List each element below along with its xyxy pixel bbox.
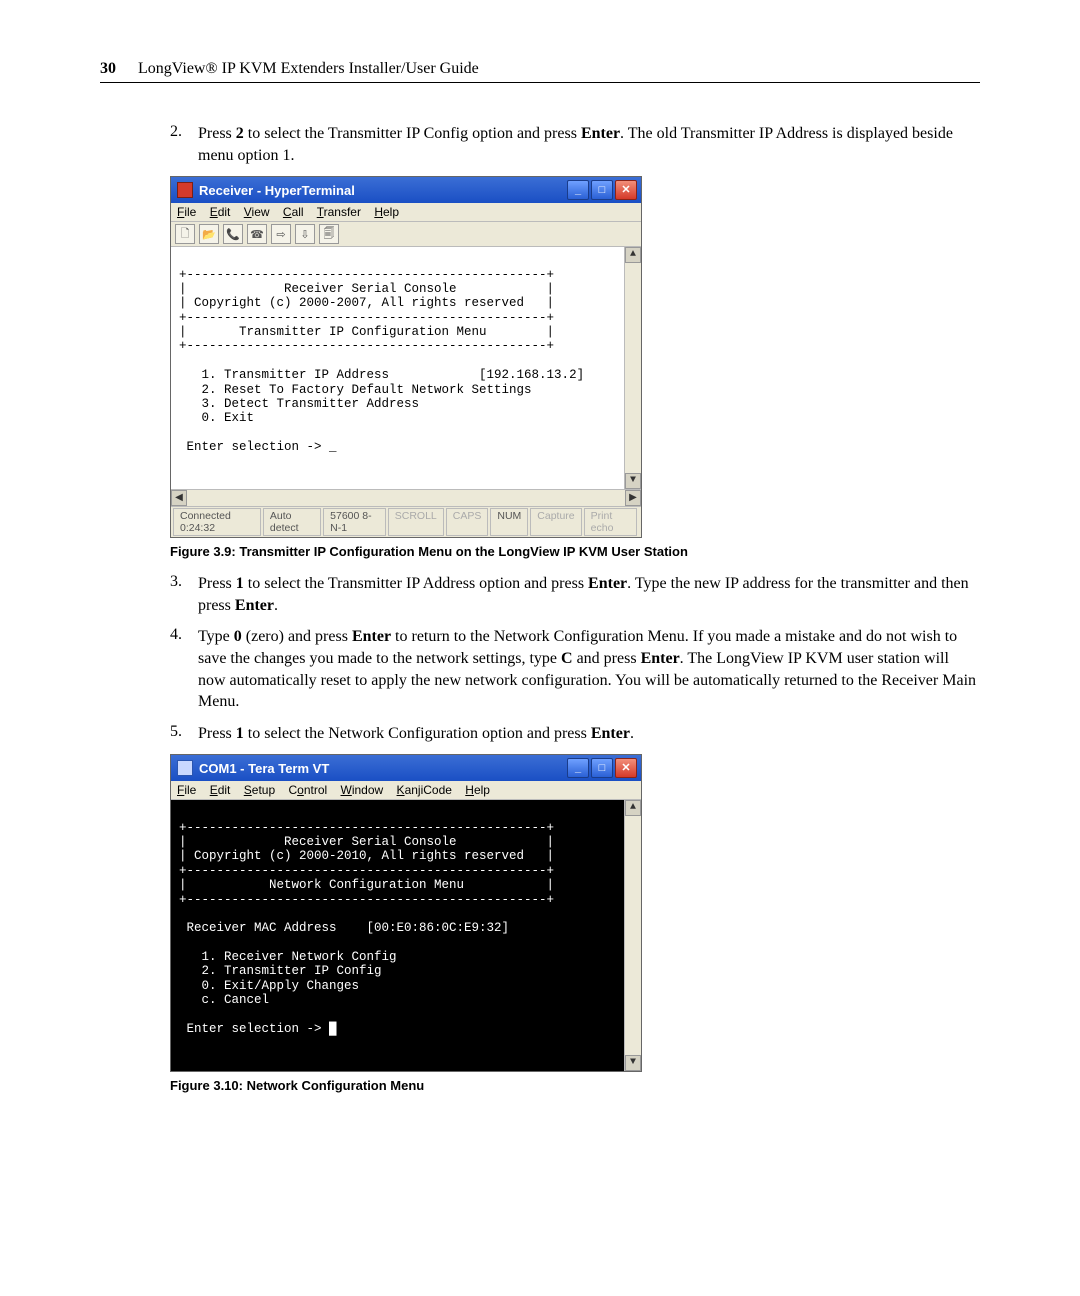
figure-caption: Figure 3.9: Transmitter IP Configuration… (170, 544, 980, 559)
scroll-up-icon[interactable]: ▲ (625, 800, 641, 816)
status-scroll: SCROLL (388, 508, 444, 536)
step-number: 2. (170, 123, 198, 166)
titlebar[interactable]: COM1 - Tera Term VT _ □ ✕ (171, 755, 641, 781)
terminal-content[interactable]: +---------------------------------------… (171, 247, 641, 489)
close-button[interactable]: ✕ (615, 758, 637, 778)
teraterm-window: COM1 - Tera Term VT _ □ ✕ File Edit Setu… (170, 754, 642, 1072)
close-button[interactable]: ✕ (615, 180, 637, 200)
vertical-scrollbar[interactable]: ▲ ▼ (624, 800, 641, 1071)
send-icon[interactable]: ⇨ (271, 224, 291, 244)
figure-caption: Figure 3.10: Network Configuration Menu (170, 1078, 980, 1093)
props-icon[interactable]: 🗐 (319, 224, 339, 244)
menubar[interactable]: File Edit Setup Control Window KanjiCode… (171, 781, 641, 800)
minimize-button[interactable]: _ (567, 180, 589, 200)
titlebar[interactable]: Receiver - HyperTerminal _ □ ✕ (171, 177, 641, 203)
menu-edit[interactable]: Edit (210, 205, 231, 219)
menu-file[interactable]: File (177, 783, 196, 797)
maximize-button[interactable]: □ (591, 758, 613, 778)
window-title: Receiver - HyperTerminal (199, 183, 355, 198)
scroll-up-icon[interactable]: ▲ (625, 247, 641, 263)
toolbar: 🗋 📂 📞 ☎ ⇨ ⇩ 🗐 (171, 222, 641, 247)
step-text: Press 1 to select the Network Configurat… (198, 723, 980, 745)
statusbar: Connected 0:24:32 Auto detect 57600 8-N-… (171, 506, 641, 537)
terminal-content[interactable]: +---------------------------------------… (171, 800, 641, 1071)
status-detect: Auto detect (263, 508, 321, 536)
app-icon (177, 182, 193, 198)
menu-setup[interactable]: Setup (244, 783, 275, 797)
doc-title: LongView® IP KVM Extenders Installer/Use… (138, 60, 479, 77)
minimize-button[interactable]: _ (567, 758, 589, 778)
step-list-lower: 3. Press 1 to select the Transmitter IP … (170, 573, 980, 744)
open-icon[interactable]: 📂 (199, 224, 219, 244)
phone-icon[interactable]: 📞 (223, 224, 243, 244)
step-list-upper: 2. Press 2 to select the Transmitter IP … (170, 123, 980, 166)
status-baud: 57600 8-N-1 (323, 508, 386, 536)
menu-file[interactable]: File (177, 205, 196, 219)
hyperterminal-window: Receiver - HyperTerminal _ □ ✕ File Edit… (170, 176, 642, 538)
step-number: 4. (170, 626, 198, 712)
vertical-scrollbar[interactable]: ▲ ▼ (624, 247, 641, 489)
menu-transfer[interactable]: Transfer (317, 205, 361, 219)
page-number: 30 (100, 60, 116, 77)
menu-window[interactable]: Window (341, 783, 384, 797)
step-number: 3. (170, 573, 198, 616)
scroll-down-icon[interactable]: ▼ (625, 1055, 641, 1071)
horizontal-scrollbar[interactable]: ◀ ▶ (171, 489, 641, 506)
step-text: Type 0 (zero) and press Enter to return … (198, 626, 980, 712)
status-caps: CAPS (446, 508, 489, 536)
maximize-button[interactable]: □ (591, 180, 613, 200)
scroll-down-icon[interactable]: ▼ (625, 473, 641, 489)
recv-icon[interactable]: ⇩ (295, 224, 315, 244)
step-number: 5. (170, 723, 198, 745)
step-text: Press 2 to select the Transmitter IP Con… (198, 123, 980, 166)
status-capture: Capture (530, 508, 581, 536)
disconnect-icon[interactable]: ☎ (247, 224, 267, 244)
menu-help[interactable]: Help (465, 783, 490, 797)
new-doc-icon[interactable]: 🗋 (175, 224, 195, 244)
menubar[interactable]: File Edit View Call Transfer Help (171, 203, 641, 222)
window-title: COM1 - Tera Term VT (199, 761, 329, 776)
status-num: NUM (490, 508, 528, 536)
menu-edit[interactable]: Edit (210, 783, 231, 797)
status-connected: Connected 0:24:32 (173, 508, 261, 536)
step-text: Press 1 to select the Transmitter IP Add… (198, 573, 980, 616)
app-icon (177, 760, 193, 776)
menu-control[interactable]: Control (288, 783, 327, 797)
scroll-left-icon[interactable]: ◀ (171, 490, 187, 506)
menu-help[interactable]: Help (374, 205, 399, 219)
menu-kanji[interactable]: KanjiCode (397, 783, 452, 797)
page-header: 30 LongView® IP KVM Extenders Installer/… (100, 60, 980, 83)
menu-view[interactable]: View (244, 205, 270, 219)
scroll-right-icon[interactable]: ▶ (625, 490, 641, 506)
menu-call[interactable]: Call (283, 205, 304, 219)
status-echo: Print echo (584, 508, 637, 536)
